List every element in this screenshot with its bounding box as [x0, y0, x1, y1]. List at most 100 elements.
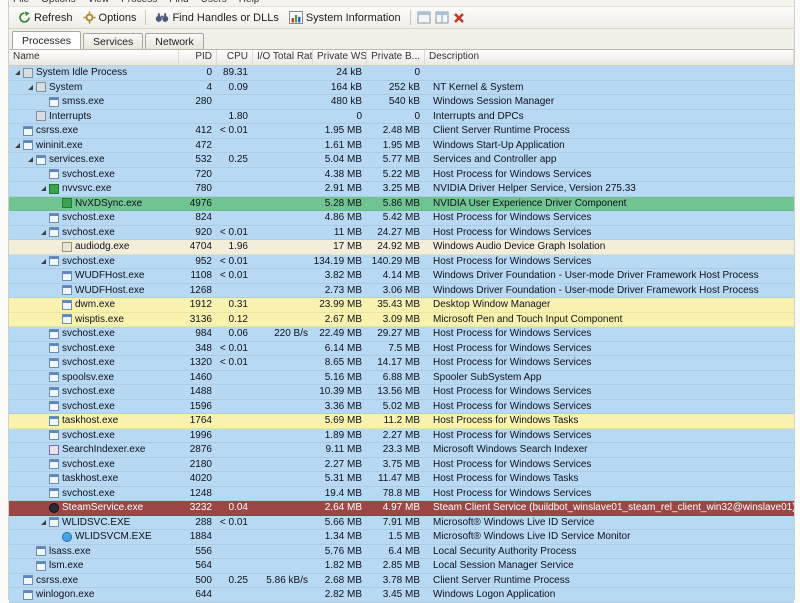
expander-icon[interactable] — [12, 68, 22, 78]
table-row[interactable]: svchost.exe 348 < 0.01 6.14 MB 7.5 MB Ho… — [9, 341, 794, 356]
expander-icon[interactable] — [12, 126, 22, 136]
menu-help[interactable]: Help — [239, 0, 260, 5]
tab-services[interactable]: Services — [83, 33, 144, 49]
table-row[interactable]: taskhost.exe 1764 5.69 MB 11.2 MB Host P… — [9, 414, 794, 429]
table-row[interactable]: nvvsvc.exe 780 2.91 MB 3.25 MB NVIDIA Dr… — [9, 182, 794, 197]
table-row[interactable]: dwm.exe 1912 0.31 23.99 MB 35.43 MB Desk… — [9, 298, 794, 313]
menu-find[interactable]: Find — [169, 0, 188, 5]
table-row[interactable]: wisptis.exe 3136 0.12 2.67 MB 3.09 MB Mi… — [9, 312, 794, 327]
expander-icon[interactable] — [38, 488, 48, 498]
table-row[interactable]: csrss.exe 412 < 0.01 1.95 MB 2.48 MB Cli… — [9, 124, 794, 139]
expander-icon[interactable] — [38, 372, 48, 382]
tab-processes[interactable]: Processes — [12, 31, 82, 49]
table-row[interactable]: taskhost.exe 4020 5.31 MB 11.47 MB Host … — [9, 472, 794, 487]
expander-icon[interactable] — [38, 97, 48, 107]
table-row[interactable]: NvXDSync.exe 4976 5.28 MB 5.86 MB NVIDIA… — [9, 196, 794, 211]
table-row[interactable]: svchost.exe 920 < 0.01 11 MB 24.27 MB Ho… — [9, 225, 794, 240]
table-row[interactable]: WUDFHost.exe 1268 2.73 MB 3.06 MB Window… — [9, 283, 794, 298]
table-row[interactable]: svchost.exe 1996 1.89 MB 2.27 MB Host Pr… — [9, 428, 794, 443]
expander-icon[interactable] — [51, 300, 61, 310]
menu-process[interactable]: Process — [121, 0, 157, 5]
column-header-private-ws[interactable]: Private WS — [313, 50, 367, 65]
kill-process-button[interactable] — [451, 11, 467, 25]
expander-icon[interactable] — [38, 474, 48, 484]
table-row[interactable]: System 4 0.09 164 kB 252 kB NT Kernel & … — [9, 80, 794, 95]
column-header-description[interactable]: Description — [425, 50, 794, 65]
expander-icon[interactable] — [25, 111, 35, 121]
menu-users[interactable]: Users — [201, 0, 227, 5]
menu-view[interactable]: View — [88, 0, 110, 5]
table-row[interactable]: SteamService.exe 3232 0.04 2.64 MB 4.97 … — [9, 501, 794, 516]
column-header-private-bytes[interactable]: Private B... — [367, 50, 425, 65]
expander-icon[interactable] — [25, 561, 35, 571]
table-row[interactable]: csrss.exe 500 0.25 5.86 kB/s 2.68 MB 3.7… — [9, 573, 794, 588]
expander-icon[interactable] — [38, 517, 48, 527]
table-row[interactable]: Interrupts 1.80 0 0 Interrupts and DPCs — [9, 109, 794, 124]
expander-icon[interactable] — [38, 184, 48, 194]
expander-icon[interactable] — [12, 590, 22, 600]
table-row[interactable]: lsm.exe 564 1.82 MB 2.85 MB Local Sessio… — [9, 559, 794, 574]
expander-icon[interactable] — [12, 575, 22, 585]
expander-icon[interactable] — [51, 314, 61, 324]
expander-icon[interactable] — [51, 271, 61, 281]
find-handles-button[interactable]: Find Handles or DLLs — [150, 10, 283, 25]
expander-icon[interactable] — [38, 256, 48, 266]
expander-icon[interactable] — [12, 140, 22, 150]
expander-icon[interactable] — [25, 82, 35, 92]
table-row[interactable]: svchost.exe 1488 10.39 MB 13.56 MB Host … — [9, 385, 794, 400]
menu-options[interactable]: Options — [41, 0, 75, 5]
table-row[interactable]: svchost.exe 1248 19.4 MB 78.8 MB Host Pr… — [9, 486, 794, 501]
column-header-io-total-rate[interactable]: I/O Total Rate — [253, 50, 313, 65]
table-row[interactable]: svchost.exe 2180 2.27 MB 3.75 MB Host Pr… — [9, 457, 794, 472]
refresh-button[interactable]: Refresh — [13, 10, 78, 25]
expander-icon[interactable] — [51, 285, 61, 295]
menu-file[interactable]: File — [13, 0, 29, 5]
window-view-button-2[interactable] — [433, 10, 451, 25]
table-row[interactable]: services.exe 532 0.25 5.04 MB 5.77 MB Se… — [9, 153, 794, 168]
system-information-button[interactable]: System Information — [284, 10, 406, 25]
table-row[interactable]: svchost.exe 1320 < 0.01 8.65 MB 14.17 MB… — [9, 356, 794, 371]
column-header-name[interactable]: Name — [9, 50, 179, 65]
expander-icon[interactable] — [51, 242, 61, 252]
expander-icon[interactable] — [38, 401, 48, 411]
cell-pid: 4976 — [189, 197, 212, 209]
options-button[interactable]: Options — [78, 10, 142, 25]
expander-icon[interactable] — [38, 503, 48, 513]
expander-icon[interactable] — [38, 459, 48, 469]
table-row[interactable]: WLIDSVCM.EXE 1884 1.34 MB 1.5 MB Microso… — [9, 530, 794, 545]
table-row[interactable]: winlogon.exe 644 2.82 MB 3.45 MB Windows… — [9, 588, 794, 603]
table-row[interactable]: WUDFHost.exe 1108 < 0.01 3.82 MB 4.14 MB… — [9, 269, 794, 284]
table-row[interactable]: smss.exe 280 480 kB 540 kB Windows Sessi… — [9, 95, 794, 110]
table-row[interactable]: System Idle Process 0 89.31 24 kB 0 — [9, 66, 794, 81]
table-row[interactable]: spoolsv.exe 1460 5.16 MB 6.88 MB Spooler… — [9, 370, 794, 385]
table-row[interactable]: svchost.exe 720 4.38 MB 5.22 MB Host Pro… — [9, 167, 794, 182]
expander-icon[interactable] — [25, 546, 35, 556]
tab-network[interactable]: Network — [145, 33, 204, 49]
expander-icon[interactable] — [51, 532, 61, 542]
table-row[interactable]: audiodg.exe 4704 1.96 17 MB 24.92 MB Win… — [9, 240, 794, 255]
table-row[interactable]: WLIDSVC.EXE 288 < 0.01 5.66 MB 7.91 MB M… — [9, 515, 794, 530]
expander-icon[interactable] — [38, 169, 48, 179]
expander-icon[interactable] — [38, 329, 48, 339]
table-row[interactable]: svchost.exe 824 4.86 MB 5.42 MB Host Pro… — [9, 211, 794, 226]
expander-icon[interactable] — [38, 213, 48, 223]
window-view-button-1[interactable] — [415, 10, 433, 25]
expander-icon[interactable] — [25, 155, 35, 165]
table-row[interactable]: svchost.exe 952 < 0.01 134.19 MB 140.29 … — [9, 254, 794, 269]
expander-icon[interactable] — [38, 445, 48, 455]
expander-icon[interactable] — [38, 416, 48, 426]
expander-icon[interactable] — [38, 430, 48, 440]
table-row[interactable]: svchost.exe 984 0.06 220 B/s 22.49 MB 29… — [9, 327, 794, 342]
expander-icon[interactable] — [38, 387, 48, 397]
expander-icon[interactable] — [38, 343, 48, 353]
table-row[interactable]: wininit.exe 472 1.61 MB 1.95 MB Windows … — [9, 138, 794, 153]
cell-pb: 11.47 MB — [377, 473, 420, 484]
expander-icon[interactable] — [38, 358, 48, 368]
table-row[interactable]: svchost.exe 1596 3.36 MB 5.02 MB Host Pr… — [9, 399, 794, 414]
column-header-pid[interactable]: PID — [179, 50, 217, 65]
column-header-cpu[interactable]: CPU — [217, 50, 253, 65]
table-row[interactable]: lsass.exe 556 5.76 MB 6.4 MB Local Secur… — [9, 544, 794, 559]
table-row[interactable]: SearchIndexer.exe 2876 9.11 MB 23.3 MB M… — [9, 443, 794, 458]
expander-icon[interactable] — [51, 198, 61, 208]
expander-icon[interactable] — [38, 227, 48, 237]
